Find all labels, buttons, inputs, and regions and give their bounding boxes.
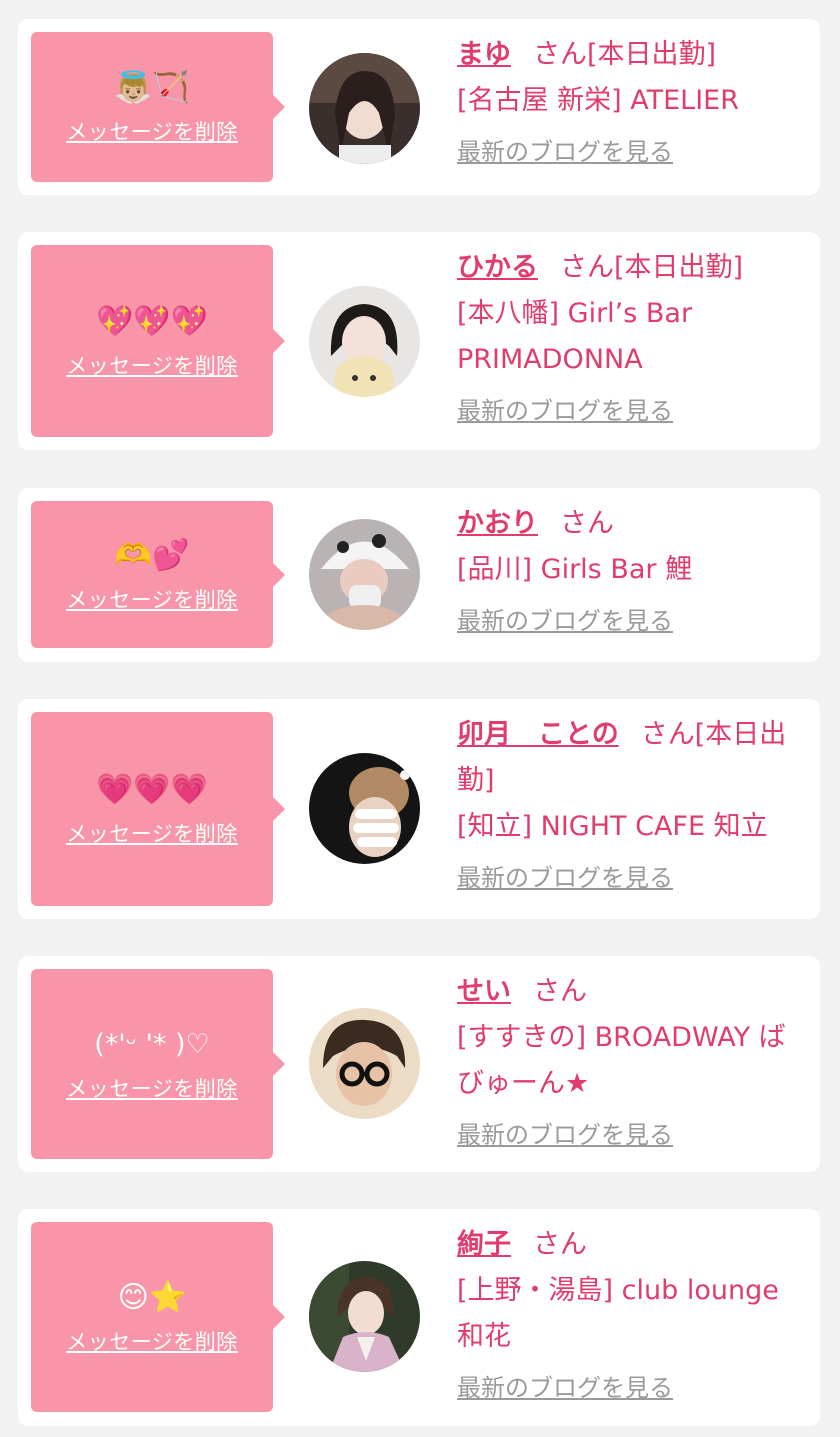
cast-name-link[interactable]: ひかる — [457, 252, 538, 283]
message-stamp: 👼🏼🏹 — [114, 70, 190, 105]
avatar[interactable] — [309, 1261, 420, 1372]
avatar[interactable] — [309, 286, 420, 397]
latest-blog-link[interactable]: 最新のブログを見る — [457, 393, 673, 429]
delete-message-link[interactable]: メッセージを削除 — [66, 584, 238, 614]
shop-name: [知立] NIGHT CAFE 知立 — [457, 811, 768, 842]
message-bubble: 👼🏼🏹 メッセージを削除 — [31, 32, 285, 182]
cast-header: ひかる さん[本日出勤] — [457, 245, 805, 291]
cast-header: 卯月 ことの さん[本日出勤] — [457, 712, 805, 804]
cast-header: 絢子 さん — [457, 1222, 805, 1268]
latest-blog-link[interactable]: 最新のブログを見る — [457, 1117, 673, 1153]
shop-name: [品川] Girls Bar 鯉 — [457, 554, 693, 585]
cast-info: 絢子 さん [上野・湯島] club lounge 和花 最新のブログを見る — [457, 1222, 805, 1411]
cast-name-link[interactable]: せい — [457, 976, 511, 1007]
message-bubble: 😊⭐️ メッセージを削除 — [31, 1222, 285, 1412]
shop-name: [名古屋 新栄] ATELIER — [457, 85, 739, 116]
cast-info: かおり さん [品川] Girls Bar 鯉 最新のブログを見る — [457, 501, 805, 644]
delete-message-link[interactable]: メッセージを削除 — [66, 1073, 238, 1103]
shop-name: [上野・湯島] club lounge 和花 — [457, 1275, 779, 1352]
cast-info: ひかる さん[本日出勤] [本八幡] Girl’s Bar PRIMADONNA … — [457, 245, 805, 434]
cast-name-link[interactable]: かおり — [457, 508, 538, 539]
message-bubble: 🫶💕 メッセージを削除 — [31, 501, 285, 648]
message-stamp: (*'ᵕ '* )♡ — [94, 1029, 210, 1060]
cast-status: さん — [560, 508, 614, 539]
cast-info: まゆ さん[本日出勤] [名古屋 新栄] ATELIER 最新のブログを見る — [457, 32, 805, 175]
cast-status: さん[本日出勤] — [533, 39, 717, 70]
avatar[interactable] — [309, 1008, 420, 1119]
cast-status: さん — [533, 1229, 587, 1260]
message-bubble: (*'ᵕ '* )♡ メッセージを削除 — [31, 969, 285, 1159]
cast-info: 卯月 ことの さん[本日出勤] [知立] NIGHT CAFE 知立 最新のブログ… — [457, 712, 805, 901]
cast-name-link[interactable]: まゆ — [457, 39, 511, 70]
message-card: 🫶💕 メッセージを削除 かおり さん [品川] Girls Bar 鯉 最新のブロ… — [18, 488, 820, 662]
latest-blog-link[interactable]: 最新のブログを見る — [457, 134, 673, 170]
message-card: 👼🏼🏹 メッセージを削除 まゆ さん[本日出勤] [名古屋 新栄] ATELIER… — [18, 19, 820, 195]
cast-status: さん[本日出勤] — [560, 252, 744, 283]
cast-status: さん — [533, 976, 587, 1007]
cast-header: せい さん — [457, 969, 805, 1015]
latest-blog-link[interactable]: 最新のブログを見る — [457, 860, 673, 896]
shop-name: [すすきの] BROADWAY ばびゅーん★ — [457, 1022, 786, 1099]
message-bubble: 💗💗💗 メッセージを削除 — [31, 712, 285, 906]
avatar[interactable] — [309, 519, 420, 630]
delete-message-link[interactable]: メッセージを削除 — [66, 116, 238, 146]
cast-name-link[interactable]: 卯月 ことの — [457, 719, 619, 750]
latest-blog-link[interactable]: 最新のブログを見る — [457, 603, 673, 639]
cast-info: せい さん [すすきの] BROADWAY ばびゅーん★ 最新のブログを見る — [457, 969, 805, 1158]
message-stamp: 😊⭐️ — [117, 1280, 187, 1315]
cast-header: かおり さん — [457, 501, 805, 547]
delete-message-link[interactable]: メッセージを削除 — [66, 818, 238, 848]
message-stamp: 💗💗💗 — [95, 772, 209, 807]
message-stamp: 💖💖💖 — [95, 304, 209, 339]
delete-message-link[interactable]: メッセージを削除 — [66, 1326, 238, 1356]
message-card: 💖💖💖 メッセージを削除 ひかる さん[本日出勤] [本八幡] Girl’s Ba… — [18, 232, 820, 450]
message-bubble: 💖💖💖 メッセージを削除 — [31, 245, 285, 437]
message-card: 💗💗💗 メッセージを削除 卯月 ことの さん[本日出勤] [知立] NIGHT C… — [18, 699, 820, 919]
delete-message-link[interactable]: メッセージを削除 — [66, 350, 238, 380]
shop-name: [本八幡] Girl’s Bar PRIMADONNA — [457, 298, 693, 375]
message-card: 😊⭐️ メッセージを削除 絢子 さん [上野・湯島] club lounge 和花… — [18, 1209, 820, 1426]
latest-blog-link[interactable]: 最新のブログを見る — [457, 1370, 673, 1406]
avatar[interactable] — [309, 53, 420, 164]
cast-name-link[interactable]: 絢子 — [457, 1229, 511, 1260]
cast-header: まゆ さん[本日出勤] — [457, 32, 805, 78]
message-stamp: 🫶💕 — [114, 537, 190, 573]
message-card: (*'ᵕ '* )♡ メッセージを削除 せい さん [すすきの] BROADWAY… — [18, 956, 820, 1172]
avatar[interactable] — [309, 753, 420, 864]
